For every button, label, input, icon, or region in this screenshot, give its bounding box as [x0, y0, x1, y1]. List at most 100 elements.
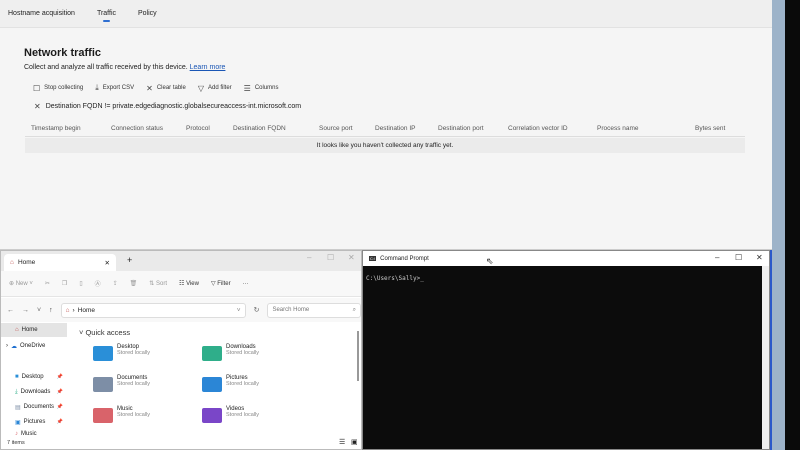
new-button[interactable]: ⊕ New ˅	[9, 280, 33, 287]
explorer-tab-home[interactable]: ⌂ Home ✕	[4, 254, 116, 271]
tab-bar: Hostname acquisition Traffic Policy	[0, 0, 772, 28]
page-title: Network traffic	[24, 47, 102, 59]
sidebar-item-pictures[interactable]: ▣ Pictures 📌	[1, 415, 67, 429]
quick-access-header[interactable]: ˅ Quick access	[79, 328, 130, 337]
column-header[interactable]: Process name	[597, 125, 639, 132]
sidebar-item-onedrive[interactable]: › ☁ OneDrive	[1, 339, 67, 353]
folder-icon	[93, 346, 113, 361]
tab-hostname-acquisition[interactable]: Hostname acquisition	[8, 10, 75, 17]
stop-collecting-button[interactable]: ☐ Stop collecting	[33, 84, 83, 93]
file-explorer-window: ⌂ Home ✕ + – ☐ ✕ ⊕ New ˅ ✂ ❐ ▯ Ⓐ ⇪ 🗑 ⇅ Sort ☷ V…	[0, 250, 362, 450]
folder-documents[interactable]: Documents Stored locally	[93, 375, 150, 392]
filter-text: Destination FQDN != private.edgediagnost…	[45, 103, 302, 110]
column-header[interactable]: Connection status	[111, 125, 163, 132]
more-options-button[interactable]: ···	[243, 281, 249, 287]
details-view-icon[interactable]: ☰	[339, 438, 345, 446]
filter-button[interactable]: ▽ Filter	[211, 280, 231, 287]
folder-downloads[interactable]: Downloads Stored locally	[202, 344, 259, 361]
column-header[interactable]: Destination FQDN	[233, 125, 286, 132]
maximize-icon[interactable]: ☐	[735, 253, 742, 262]
label: Filter	[217, 281, 231, 287]
folder-status: Stored locally	[226, 381, 260, 387]
subtitle-text: Collect and analyze all traffic received…	[24, 64, 188, 71]
folder-status: Stored locally	[117, 350, 151, 356]
label: View	[186, 281, 199, 287]
clear-table-button[interactable]: ✕ Clear table	[146, 84, 186, 93]
filter-chip[interactable]: ✕ Destination FQDN != private.edgediagnos…	[28, 99, 308, 114]
minimize-icon[interactable]: –	[307, 253, 311, 262]
column-header[interactable]: Source port	[319, 125, 353, 132]
sidebar-item-downloads[interactable]: ⤓ Downloads 📌	[1, 385, 67, 399]
column-header[interactable]: Timestamp begin	[31, 125, 81, 132]
add-filter-button[interactable]: ▽ Add filter	[198, 84, 232, 93]
music-icon: ♪	[15, 431, 18, 437]
toolbar: ☐ Stop collecting ⤓ Export CSV ✕ Clear tabl…	[33, 83, 279, 93]
forward-icon[interactable]: →	[22, 307, 29, 314]
column-header[interactable]: Protocol	[186, 125, 210, 132]
cmd-title-bar: C:\ Command Prompt – ☐ ✕	[363, 251, 769, 266]
navigation-pane: ⌂ Home › ☁ OneDrive ■ Desktop 📌 ⤓ Downloads 📌 …	[1, 323, 69, 443]
tab-traffic[interactable]: Traffic	[97, 10, 116, 22]
cut-icon[interactable]: ✂	[45, 280, 50, 287]
address-bar[interactable]: ⌂ › Home ˅	[60, 302, 246, 318]
folder-status: Stored locally	[226, 350, 260, 356]
sidebar-item-music[interactable]: ♪ Music	[1, 430, 67, 438]
new-tab-button[interactable]: +	[127, 255, 132, 265]
refresh-icon[interactable]: ↻	[254, 306, 260, 314]
search-input[interactable]: Search Home ⌕	[267, 302, 361, 318]
view-button[interactable]: ☷ View	[179, 280, 199, 287]
folder-videos[interactable]: Videos Stored locally	[202, 406, 259, 423]
filter-icon: ▽	[197, 83, 204, 93]
tiles-view-icon[interactable]: ▣	[351, 438, 358, 446]
column-header[interactable]: Bytes sent	[695, 125, 725, 132]
chevron-down-icon[interactable]: ˅	[237, 307, 241, 314]
maximize-icon[interactable]: ☐	[327, 253, 334, 262]
back-icon[interactable]: ←	[7, 307, 14, 314]
close-tab-icon[interactable]: ✕	[105, 259, 110, 267]
sidebar-item-documents[interactable]: ▤ Documents 📌	[1, 400, 67, 414]
column-header[interactable]: Destination IP	[375, 125, 415, 132]
mouse-cursor-icon: ⇖	[486, 256, 494, 266]
console-output[interactable]: C:\Users\Sally>_	[366, 275, 424, 282]
label: Clear table	[156, 85, 186, 91]
label: Downloads	[20, 389, 51, 395]
copy-icon[interactable]: ❐	[62, 280, 67, 287]
paste-icon[interactable]: ▯	[79, 280, 82, 287]
folder-music[interactable]: Music Stored locally	[93, 406, 150, 423]
home-icon: ⌂	[65, 306, 70, 314]
learn-more-link[interactable]: Learn more	[190, 64, 226, 71]
window-title: Command Prompt	[380, 255, 429, 262]
column-header[interactable]: Correlation vector ID	[508, 125, 568, 132]
recent-icon[interactable]: ˅	[37, 307, 41, 314]
scrollbar[interactable]	[762, 266, 769, 449]
close-icon[interactable]: ✕	[34, 102, 41, 111]
rename-icon[interactable]: Ⓐ	[95, 279, 101, 288]
share-icon[interactable]: ⇪	[113, 280, 118, 287]
global-secure-access-window: Hostname acquisition Traffic Policy Netw…	[0, 0, 772, 250]
export-csv-button[interactable]: ⤓ Export CSV	[95, 83, 134, 93]
sort-button[interactable]: ⇅ Sort	[149, 280, 167, 287]
label: Add filter	[207, 85, 232, 91]
delete-icon[interactable]: 🗑	[130, 280, 138, 287]
status-bar: 7 items	[7, 440, 25, 446]
scrollbar[interactable]	[357, 331, 359, 381]
minimize-icon[interactable]: –	[715, 253, 719, 262]
folder-pictures[interactable]: Pictures Stored locally	[202, 375, 259, 392]
close-icon[interactable]: ✕	[348, 253, 355, 262]
up-icon[interactable]: ↑	[49, 307, 53, 314]
label: Pictures	[23, 419, 46, 425]
home-icon: ⌂	[10, 259, 14, 266]
label: Columns	[254, 85, 279, 91]
chevron-right-icon[interactable]: ›	[6, 343, 8, 349]
label: Home	[21, 327, 38, 333]
folder-icon	[93, 408, 113, 423]
folder-desktop[interactable]: Desktop Stored locally	[93, 344, 150, 361]
pin-icon: 📌	[56, 419, 63, 425]
column-header[interactable]: Destination port	[438, 125, 484, 132]
close-icon[interactable]: ✕	[756, 253, 763, 262]
tab-policy[interactable]: Policy	[138, 10, 157, 17]
columns-button[interactable]: ☰ Columns	[244, 84, 279, 93]
sidebar-item-desktop[interactable]: ■ Desktop 📌	[1, 370, 67, 384]
cloud-icon: ☁	[11, 343, 17, 350]
sidebar-item-home[interactable]: ⌂ Home	[1, 323, 67, 337]
